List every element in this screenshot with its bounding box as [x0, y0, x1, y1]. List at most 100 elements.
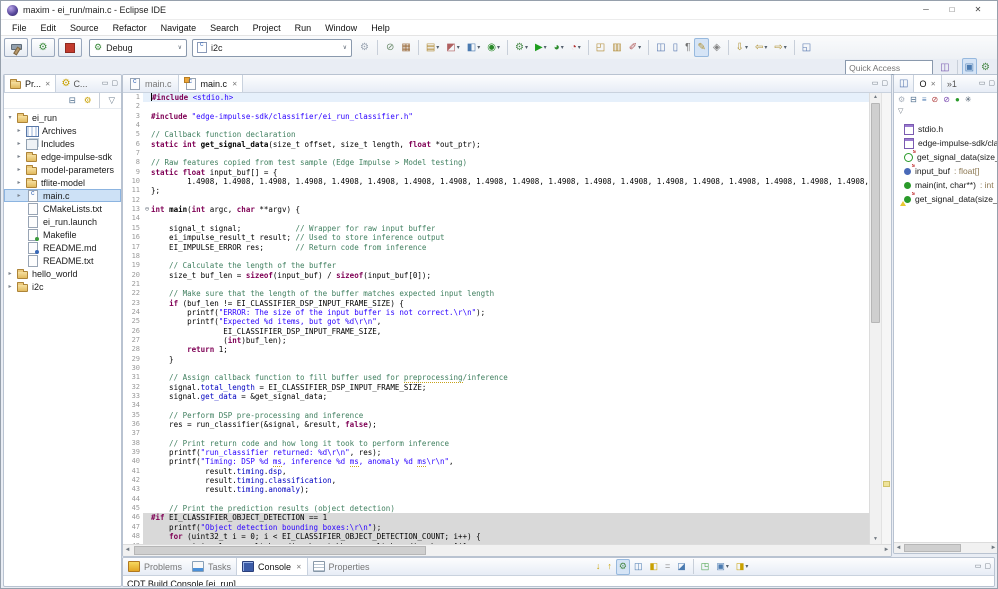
back-button[interactable]: ⇦▾	[752, 38, 770, 57]
hide-non-public-button[interactable]: ●	[953, 93, 962, 107]
line-number[interactable]: 42	[123, 476, 143, 485]
show-whitespace-button[interactable]: ¶	[682, 38, 693, 57]
line-number[interactable]: 37	[123, 429, 143, 438]
view-menu-button[interactable]: ▽	[105, 93, 118, 108]
line-number[interactable]: 22	[123, 289, 143, 298]
tab-console[interactable]: Console✕	[236, 558, 307, 575]
forward-button[interactable]: ⇨▾	[771, 38, 789, 57]
tree-item-model-parameters[interactable]: ▸model-parameters	[4, 163, 121, 176]
minimize-view-button[interactable]: ▭	[975, 563, 982, 570]
line-number[interactable]: 26	[123, 327, 143, 336]
new-window-button[interactable]: ◫	[653, 38, 668, 57]
hide-fields-button[interactable]: ⊘	[930, 93, 941, 107]
line-number[interactable]: 10	[123, 177, 143, 186]
line-number[interactable]: 33	[123, 392, 143, 401]
expand-arrow-icon[interactable]: ▸	[6, 283, 14, 290]
tree-item-makefile[interactable]: Makefile	[4, 228, 121, 241]
close-icon[interactable]: ✕	[45, 80, 50, 88]
line-number[interactable]: 43	[123, 485, 143, 494]
outline-item-get-signal-data-size-t-si[interactable]: sget_signal_data(size_t, si	[894, 192, 998, 206]
launch-config-combo[interactable]: i2c ∨	[192, 39, 352, 57]
tree-item-ei-run[interactable]: ▾ei_run	[4, 111, 121, 124]
collapse-all-button[interactable]: ⊟	[908, 93, 919, 107]
menu-search[interactable]: Search	[203, 23, 246, 33]
collapse-all-button[interactable]: ⊟	[66, 93, 79, 108]
new-cpp-project-button[interactable]: ◩▾	[443, 38, 462, 57]
outline-view-menu[interactable]: ▽	[894, 107, 998, 118]
minimize-view-button[interactable]: ▭	[102, 80, 109, 87]
tree-item-ei-run-launch[interactable]: ei_run.launch	[4, 215, 121, 228]
close-button[interactable]: ✕	[965, 1, 991, 19]
tree-item-cmakelists-txt[interactable]: CMakeLists.txt	[4, 202, 121, 215]
next-annotation-button[interactable]: ◈	[710, 38, 724, 57]
tab-build-targets[interactable]: ◫	[894, 75, 913, 92]
close-icon[interactable]: ✕	[296, 563, 301, 571]
expand-arrow-icon[interactable]: ▸	[15, 140, 23, 147]
line-number[interactable]: 36	[123, 420, 143, 429]
skip-all-breakpoints-button[interactable]: ⊘	[383, 38, 397, 57]
line-number[interactable]: 35	[123, 411, 143, 420]
maximize-button[interactable]: □	[939, 1, 965, 19]
expand-arrow-icon[interactable]: ▸	[15, 153, 23, 160]
tree-item-edge-impulse-sdk[interactable]: ▸edge-impulse-sdk	[4, 150, 121, 163]
line-number[interactable]: 46	[123, 513, 143, 522]
line-number[interactable]: 5	[123, 130, 143, 139]
line-number[interactable]: 3	[123, 112, 143, 121]
line-number[interactable]: 8	[123, 158, 143, 167]
scroll-left-arrow-icon[interactable]: ◄	[123, 545, 132, 556]
quick-access-input[interactable]	[845, 60, 933, 75]
scroll-right-arrow-icon[interactable]: ►	[989, 543, 998, 553]
overview-ruler[interactable]	[881, 93, 891, 544]
debug-button[interactable]: ⚙▾	[512, 38, 531, 57]
line-number[interactable]: 2	[123, 102, 143, 111]
minimize-view-button[interactable]: ▭	[872, 80, 879, 87]
launch-settings-button[interactable]: ⚙	[357, 38, 372, 57]
open-console-button[interactable]: ◨▾	[733, 559, 752, 575]
line-number[interactable]: 12	[123, 196, 143, 205]
line-number[interactable]: 29	[123, 355, 143, 364]
external-tools-button[interactable]: ✐▾	[626, 38, 644, 57]
editor-vertical-scrollbar[interactable]: ▲ ▼	[869, 93, 881, 544]
minimize-view-button[interactable]: ▭	[979, 80, 986, 87]
line-number[interactable]: 19	[123, 261, 143, 270]
line-number[interactable]: 40	[123, 457, 143, 466]
line-number[interactable]: 16	[123, 233, 143, 242]
maximize-view-button[interactable]: ▢	[111, 80, 118, 87]
tab-outline[interactable]: O✕	[913, 75, 941, 92]
tab-view-overflow[interactable]: »1	[942, 75, 962, 92]
vertical-scroll-thumb[interactable]	[871, 103, 880, 323]
line-number[interactable]: 39	[123, 448, 143, 457]
maximize-view-button[interactable]: ▢	[881, 80, 888, 87]
line-number[interactable]: 18	[123, 252, 143, 261]
line-number[interactable]: 6	[123, 140, 143, 149]
menu-source[interactable]: Source	[63, 23, 106, 33]
tree-item-includes[interactable]: ▸Includes	[4, 137, 121, 150]
tree-item-readme-md[interactable]: README.md	[4, 241, 121, 254]
line-number[interactable]: 41	[123, 467, 143, 476]
tree-item-tflite-model[interactable]: ▸tflite-model	[4, 176, 121, 189]
tree-item-readme-txt[interactable]: README.txt	[4, 254, 121, 267]
debug-launch-button[interactable]: ⚙	[31, 38, 55, 57]
tab-problems[interactable]: Problems	[123, 558, 187, 575]
horizontal-scroll-thumb[interactable]	[134, 546, 426, 555]
show-view-button[interactable]: ▯	[670, 38, 682, 57]
show-console-on-stdout-button[interactable]: ↓	[593, 559, 604, 575]
line-number[interactable]: 17	[123, 243, 143, 252]
scroll-up-arrow-icon[interactable]: ▲	[870, 93, 881, 102]
outline-horizontal-scrollbar[interactable]: ◄ ►	[894, 542, 998, 553]
menu-edit[interactable]: Edit	[34, 23, 64, 33]
tab-properties[interactable]: Properties	[308, 558, 375, 575]
outline-item-main-int-char-[interactable]: main(int, char**) : int	[894, 178, 998, 192]
tab-tasks[interactable]: Tasks	[187, 558, 236, 575]
profile-button[interactable]: ◕▾	[551, 38, 567, 57]
maximize-view-button[interactable]: ▢	[988, 80, 995, 87]
display-console-button[interactable]: ▣▾	[713, 559, 732, 575]
debug-configuration-combo[interactable]: ⚙ Debug ∨	[89, 39, 187, 57]
coverage-button[interactable]: ◔▾	[568, 38, 584, 57]
new-c-file-button[interactable]: ◧▾	[464, 38, 483, 57]
run-button[interactable]: ▶▾	[532, 38, 550, 57]
line-number[interactable]: 4	[123, 121, 143, 130]
line-number[interactable]: 23	[123, 299, 143, 308]
new-c-project-button[interactable]: ▤▾	[423, 38, 442, 57]
toolbox-button[interactable]: ▦	[398, 38, 413, 57]
